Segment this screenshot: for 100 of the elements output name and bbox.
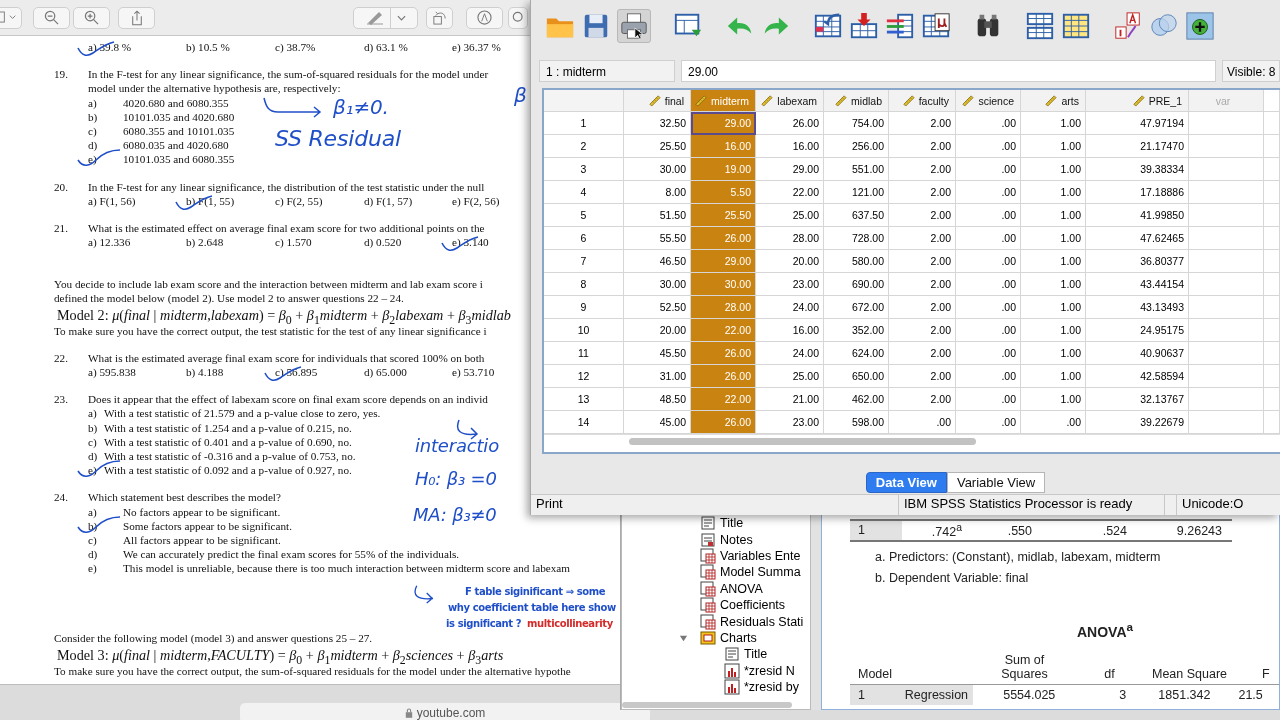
data-cell[interactable]: 1.00 bbox=[1021, 296, 1086, 319]
column-header[interactable]: final bbox=[624, 90, 691, 112]
empty-cell[interactable] bbox=[1189, 273, 1264, 296]
data-cell[interactable]: 17.18886 bbox=[1086, 181, 1189, 204]
data-cell[interactable]: 1.00 bbox=[1021, 204, 1086, 227]
data-cell[interactable]: 1.00 bbox=[1021, 158, 1086, 181]
outline-item[interactable]: Model Summa bbox=[720, 565, 801, 580]
data-cell[interactable]: 24.00 bbox=[756, 296, 824, 319]
row-number[interactable]: 13 bbox=[544, 388, 624, 411]
data-cell[interactable]: 1.00 bbox=[1021, 319, 1086, 342]
view-tab[interactable]: Data View bbox=[865, 472, 947, 493]
markup-button[interactable] bbox=[466, 6, 503, 29]
empty-cell[interactable] bbox=[1264, 135, 1280, 158]
data-cell[interactable]: 39.38334 bbox=[1086, 158, 1189, 181]
outline-item[interactable]: ANOVA bbox=[720, 581, 763, 596]
row-number[interactable]: 5 bbox=[544, 204, 624, 227]
data-cell[interactable]: 256.00 bbox=[824, 135, 889, 158]
data-cell[interactable]: 21.00 bbox=[756, 388, 824, 411]
data-cell[interactable]: 352.00 bbox=[824, 319, 889, 342]
row-number[interactable]: 4 bbox=[544, 181, 624, 204]
data-cell[interactable]: 21.17470 bbox=[1086, 135, 1189, 158]
data-cell[interactable]: 23.00 bbox=[756, 273, 824, 296]
data-cell[interactable]: 24.95175 bbox=[1086, 319, 1189, 342]
data-cell[interactable]: 39.22679 bbox=[1086, 411, 1189, 434]
data-cell[interactable]: 2.00 bbox=[889, 227, 956, 250]
data-cell[interactable]: 2.00 bbox=[889, 135, 956, 158]
data-cell[interactable]: 32.13767 bbox=[1086, 388, 1189, 411]
outline-item[interactable]: Title bbox=[720, 516, 744, 531]
row-number[interactable]: 6 bbox=[544, 227, 624, 250]
empty-cell[interactable] bbox=[1189, 342, 1264, 365]
data-cell[interactable]: .00 bbox=[956, 273, 1021, 296]
data-cell[interactable]: 1.00 bbox=[1021, 342, 1086, 365]
data-cell[interactable]: 2.00 bbox=[889, 250, 956, 273]
data-cell[interactable]: 47.62465 bbox=[1086, 227, 1189, 250]
data-cell[interactable]: 1.00 bbox=[1021, 181, 1086, 204]
column-header[interactable]: PRE_1 bbox=[1086, 90, 1189, 112]
outline-item[interactable]: Notes bbox=[720, 532, 753, 547]
share-button[interactable] bbox=[118, 6, 155, 29]
column-header[interactable] bbox=[1264, 90, 1280, 112]
data-cell[interactable]: 1.00 bbox=[1021, 227, 1086, 250]
print-button[interactable] bbox=[617, 9, 651, 43]
table-down-arrow-icon[interactable] bbox=[849, 11, 879, 41]
column-header[interactable]: labexam bbox=[756, 90, 824, 112]
data-cell[interactable]: .00 bbox=[956, 365, 1021, 388]
data-cell[interactable]: .00 bbox=[956, 112, 1021, 135]
rotate-button[interactable] bbox=[426, 6, 453, 29]
data-cell[interactable]: 26.00 bbox=[756, 112, 824, 135]
empty-cell[interactable] bbox=[1189, 296, 1264, 319]
empty-cell[interactable] bbox=[1264, 388, 1280, 411]
empty-cell[interactable] bbox=[1264, 181, 1280, 204]
row-number[interactable]: 14 bbox=[544, 411, 624, 434]
data-cell[interactable]: 23.00 bbox=[756, 411, 824, 434]
outline-item[interactable]: Title bbox=[744, 647, 768, 662]
data-cell[interactable]: 1.00 bbox=[1021, 365, 1086, 388]
empty-cell[interactable] bbox=[1264, 319, 1280, 342]
data-cell[interactable]: 728.00 bbox=[824, 227, 889, 250]
data-cell[interactable]: 42.58594 bbox=[1086, 365, 1189, 388]
data-cell[interactable]: 690.00 bbox=[824, 273, 889, 296]
grid-corner[interactable] bbox=[544, 90, 624, 112]
data-cell[interactable]: 580.00 bbox=[824, 250, 889, 273]
data-cell[interactable]: .00 bbox=[956, 411, 1021, 434]
data-cell[interactable]: 598.00 bbox=[824, 411, 889, 434]
data-cell[interactable]: 2.00 bbox=[889, 112, 956, 135]
data-cell[interactable]: .00 bbox=[956, 342, 1021, 365]
row-number[interactable]: 11 bbox=[544, 342, 624, 365]
data-cell[interactable]: .00 bbox=[889, 411, 956, 434]
data-cell[interactable]: 20.00 bbox=[756, 250, 824, 273]
data-cell[interactable]: 624.00 bbox=[824, 342, 889, 365]
data-cell[interactable]: 29.00 bbox=[756, 158, 824, 181]
row-number[interactable]: 9 bbox=[544, 296, 624, 319]
row-number[interactable]: 12 bbox=[544, 365, 624, 388]
expand-triangle-icon[interactable] bbox=[679, 633, 688, 643]
data-cell[interactable]: 2.00 bbox=[889, 319, 956, 342]
row-number[interactable]: 3 bbox=[544, 158, 624, 181]
data-cell[interactable]: 1.00 bbox=[1021, 388, 1086, 411]
data-cell[interactable]: 754.00 bbox=[824, 112, 889, 135]
data-cell[interactable]: 25.00 bbox=[756, 204, 824, 227]
empty-cell[interactable] bbox=[1189, 204, 1264, 227]
data-cell[interactable]: .00 bbox=[956, 296, 1021, 319]
empty-cell[interactable] bbox=[1189, 319, 1264, 342]
data-cell[interactable]: .00 bbox=[956, 181, 1021, 204]
row-number[interactable]: 2 bbox=[544, 135, 624, 158]
data-cell[interactable]: 2.00 bbox=[889, 181, 956, 204]
data-cell[interactable]: 1.00 bbox=[1021, 273, 1086, 296]
address-field[interactable]: youtube.com bbox=[240, 703, 650, 720]
data-cell[interactable]: .00 bbox=[956, 204, 1021, 227]
empty-cell[interactable] bbox=[1189, 227, 1264, 250]
data-cell[interactable]: 2.00 bbox=[889, 273, 956, 296]
empty-cell[interactable] bbox=[1264, 250, 1280, 273]
empty-cell[interactable] bbox=[1189, 411, 1264, 434]
empty-cell[interactable] bbox=[1264, 204, 1280, 227]
data-cell[interactable]: .00 bbox=[956, 388, 1021, 411]
data-cell[interactable]: 24.00 bbox=[756, 342, 824, 365]
outline-item[interactable]: *zresid by bbox=[744, 680, 799, 695]
data-cell[interactable]: 40.90637 bbox=[1086, 342, 1189, 365]
data-cell[interactable]: .00 bbox=[956, 227, 1021, 250]
empty-cell[interactable] bbox=[1264, 158, 1280, 181]
empty-cell[interactable] bbox=[1264, 273, 1280, 296]
cell-value-field[interactable]: 29.00 bbox=[681, 60, 1216, 82]
data-cell[interactable]: 121.00 bbox=[824, 181, 889, 204]
